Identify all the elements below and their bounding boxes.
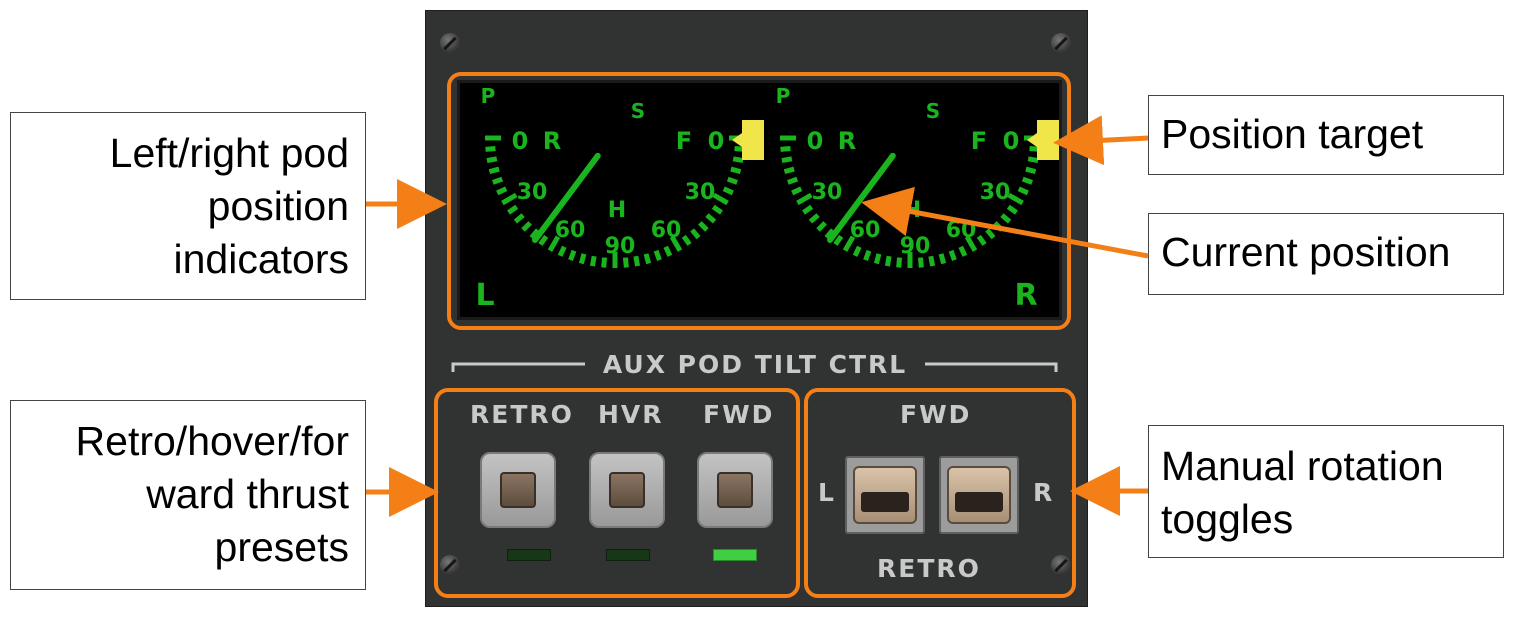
screw-icon — [440, 33, 460, 53]
callout-line: toggles — [1161, 496, 1294, 542]
gauges-highlight — [447, 72, 1071, 330]
callout-line: presets — [214, 524, 349, 570]
callout-line: Position target — [1161, 111, 1424, 157]
callout-line: Left/right pod — [109, 130, 349, 176]
presets-highlight — [434, 388, 800, 598]
panel-title: AUX POD TILT CTRL — [602, 350, 908, 379]
callout-line: Retro/hover/for — [75, 418, 349, 464]
callout-line: ward thrust — [146, 471, 349, 517]
current-position-callout: Current position — [1148, 213, 1504, 295]
toggles-highlight — [804, 388, 1076, 598]
thrust-presets-callout: Retro/hover/for ward thrust presets — [10, 400, 366, 590]
screw-icon — [1051, 33, 1071, 53]
manual-toggles-callout: Manual rotation toggles — [1148, 425, 1504, 558]
callout-line: indicators — [173, 236, 349, 282]
callout-line: Manual rotation — [1161, 443, 1444, 489]
position-target-callout: Position target — [1148, 95, 1504, 175]
callout-line: Current position — [1161, 229, 1451, 275]
callout-line: position — [207, 183, 349, 229]
pod-indicators-callout: Left/right pod position indicators — [10, 112, 366, 300]
